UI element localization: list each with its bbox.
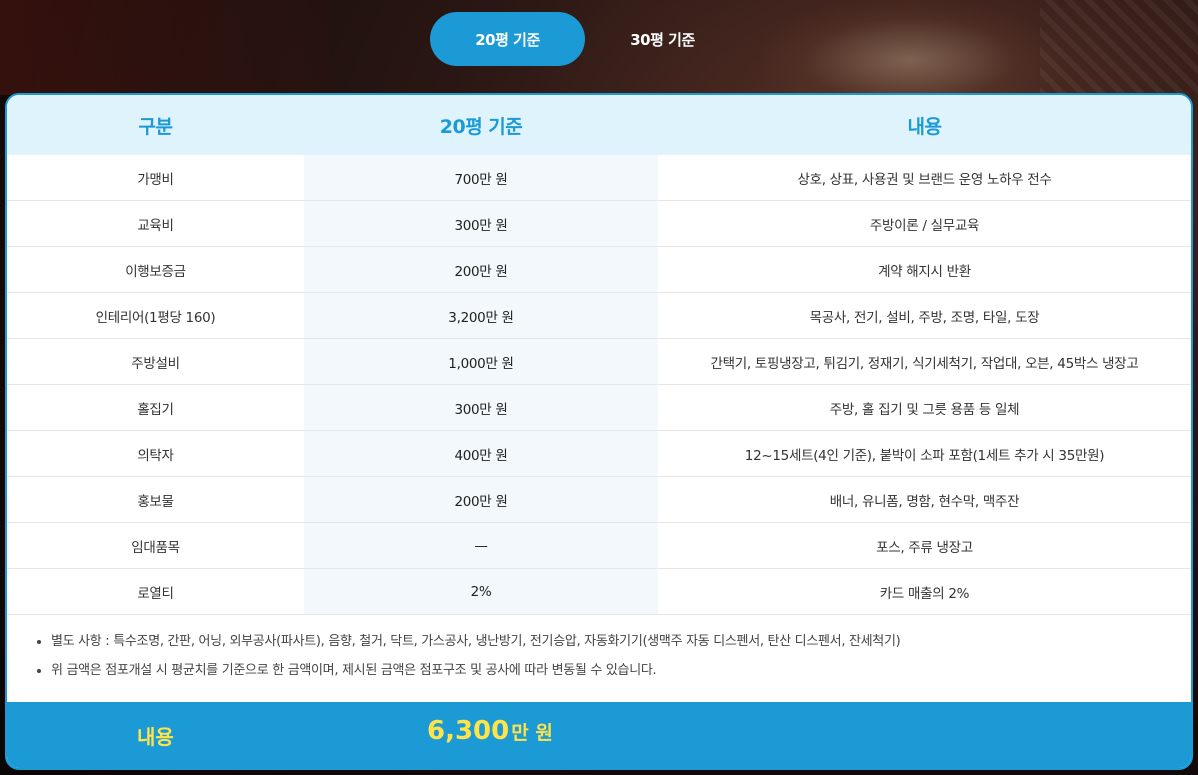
row-item: 교육비 <box>7 200 304 247</box>
row-item: 로열티 <box>7 568 304 615</box>
size-tabs: 20평 기준 30평 기준 <box>430 12 740 66</box>
row-item: 이행보증금 <box>7 246 304 293</box>
table-row: 가맹비 700만 원 상호, 상표, 사용권 및 브랜드 운영 노하우 전수 <box>7 155 1191 201</box>
row-item: 의탁자 <box>7 430 304 477</box>
row-cost: 300만 원 <box>304 384 658 431</box>
table-row: 인테리어(1평당 160) 3,200만 원 목공사, 전기, 설비, 주방, … <box>7 292 1191 339</box>
row-description: 간택기, 토핑냉장고, 튀김기, 정재기, 식기세척기, 작업대, 오븐, 45… <box>658 338 1191 385</box>
background-lantern-glow <box>0 0 330 95</box>
row-description: 카드 매출의 2% <box>658 568 1191 615</box>
row-description: 주방, 홀 집기 및 그릇 용품 등 일체 <box>658 384 1191 431</box>
row-item: 임대품목 <box>7 522 304 569</box>
table-row: 로열티 2% 카드 매출의 2% <box>7 568 1191 615</box>
table-row: 주방설비 1,000만 원 간택기, 토핑냉장고, 튀김기, 정재기, 식기세척… <box>7 338 1191 385</box>
notes-list: 별도 사항 : 특수조명, 간판, 어닝, 외부공사(파사트), 음향, 철거,… <box>35 627 1191 685</box>
row-cost: 300만 원 <box>304 200 658 247</box>
table-row: 홍보물 200만 원 배너, 유니폼, 명함, 현수막, 맥주잔 <box>7 476 1191 523</box>
header-description: 내용 <box>658 95 1191 155</box>
total-label: 내용 <box>137 725 174 749</box>
header-cost: 20평 기준 <box>304 95 658 155</box>
row-item: 가맹비 <box>7 155 304 201</box>
row-description: 배너, 유니폼, 명함, 현수막, 맥주잔 <box>658 476 1191 523</box>
note-disclaimer: 위 금액은 점포개설 시 평균치를 기준으로 한 금액이며, 제시된 금액은 점… <box>51 656 1191 685</box>
total-amount-number: 6,300 <box>427 716 510 746</box>
table-row: 의탁자 400만 원 12~15세트(4인 기준), 붙박이 소파 포함(1세트… <box>7 430 1191 477</box>
row-cost: 400만 원 <box>304 430 658 477</box>
row-description: 목공사, 전기, 설비, 주방, 조명, 타일, 도장 <box>658 292 1191 339</box>
row-item: 주방설비 <box>7 338 304 385</box>
table-row: 교육비 300만 원 주방이론 / 실무교육 <box>7 200 1191 247</box>
row-cost: 2% <box>304 568 658 615</box>
row-item: 인테리어(1평당 160) <box>7 292 304 339</box>
row-cost: — <box>304 522 658 569</box>
row-description: 주방이론 / 실무교육 <box>658 200 1191 247</box>
row-item: 홍보물 <box>7 476 304 523</box>
header-category: 구분 <box>7 95 304 155</box>
total-amount-unit: 만 원 <box>511 722 553 744</box>
note-extra-items: 별도 사항 : 특수조명, 간판, 어닝, 외부공사(파사트), 음향, 철거,… <box>51 627 1191 656</box>
table-row: 홀집기 300만 원 주방, 홀 집기 및 그릇 용품 등 일체 <box>7 384 1191 431</box>
background-pattern <box>1040 0 1198 95</box>
table-row: 임대품목 — 포스, 주류 냉장고 <box>7 522 1191 569</box>
row-item: 홀집기 <box>7 384 304 431</box>
table-row: 이행보증금 200만 원 계약 해지시 반환 <box>7 246 1191 293</box>
row-cost: 200만 원 <box>304 476 658 523</box>
row-cost: 200만 원 <box>304 246 658 293</box>
row-cost: 700만 원 <box>304 155 658 201</box>
row-description: 상호, 상표, 사용권 및 브랜드 운영 노하우 전수 <box>658 155 1191 201</box>
notes-section: 별도 사항 : 특수조명, 간판, 어닝, 외부공사(파사트), 음향, 철거,… <box>7 627 1191 685</box>
total-amount: 6,300 만 원 <box>427 716 553 746</box>
tab-20pyeong[interactable]: 20평 기준 <box>430 12 585 66</box>
row-cost: 3,200만 원 <box>304 292 658 339</box>
cost-table: 구분 20평 기준 내용 가맹비 700만 원 상호, 상표, 사용권 및 브랜… <box>7 95 1191 615</box>
row-description: 포스, 주류 냉장고 <box>658 522 1191 569</box>
row-description: 12~15세트(4인 기준), 붙박이 소파 포함(1세트 추가 시 35만원) <box>658 430 1191 477</box>
cost-table-card: 구분 20평 기준 내용 가맹비 700만 원 상호, 상표, 사용권 및 브랜… <box>5 93 1193 770</box>
tab-30pyeong[interactable]: 30평 기준 <box>585 12 740 66</box>
total-bar: 내용 6,300 만 원 <box>7 702 1191 768</box>
row-cost: 1,000만 원 <box>304 338 658 385</box>
row-description: 계약 해지시 반환 <box>658 246 1191 293</box>
table-header-row: 구분 20평 기준 내용 <box>7 95 1191 155</box>
